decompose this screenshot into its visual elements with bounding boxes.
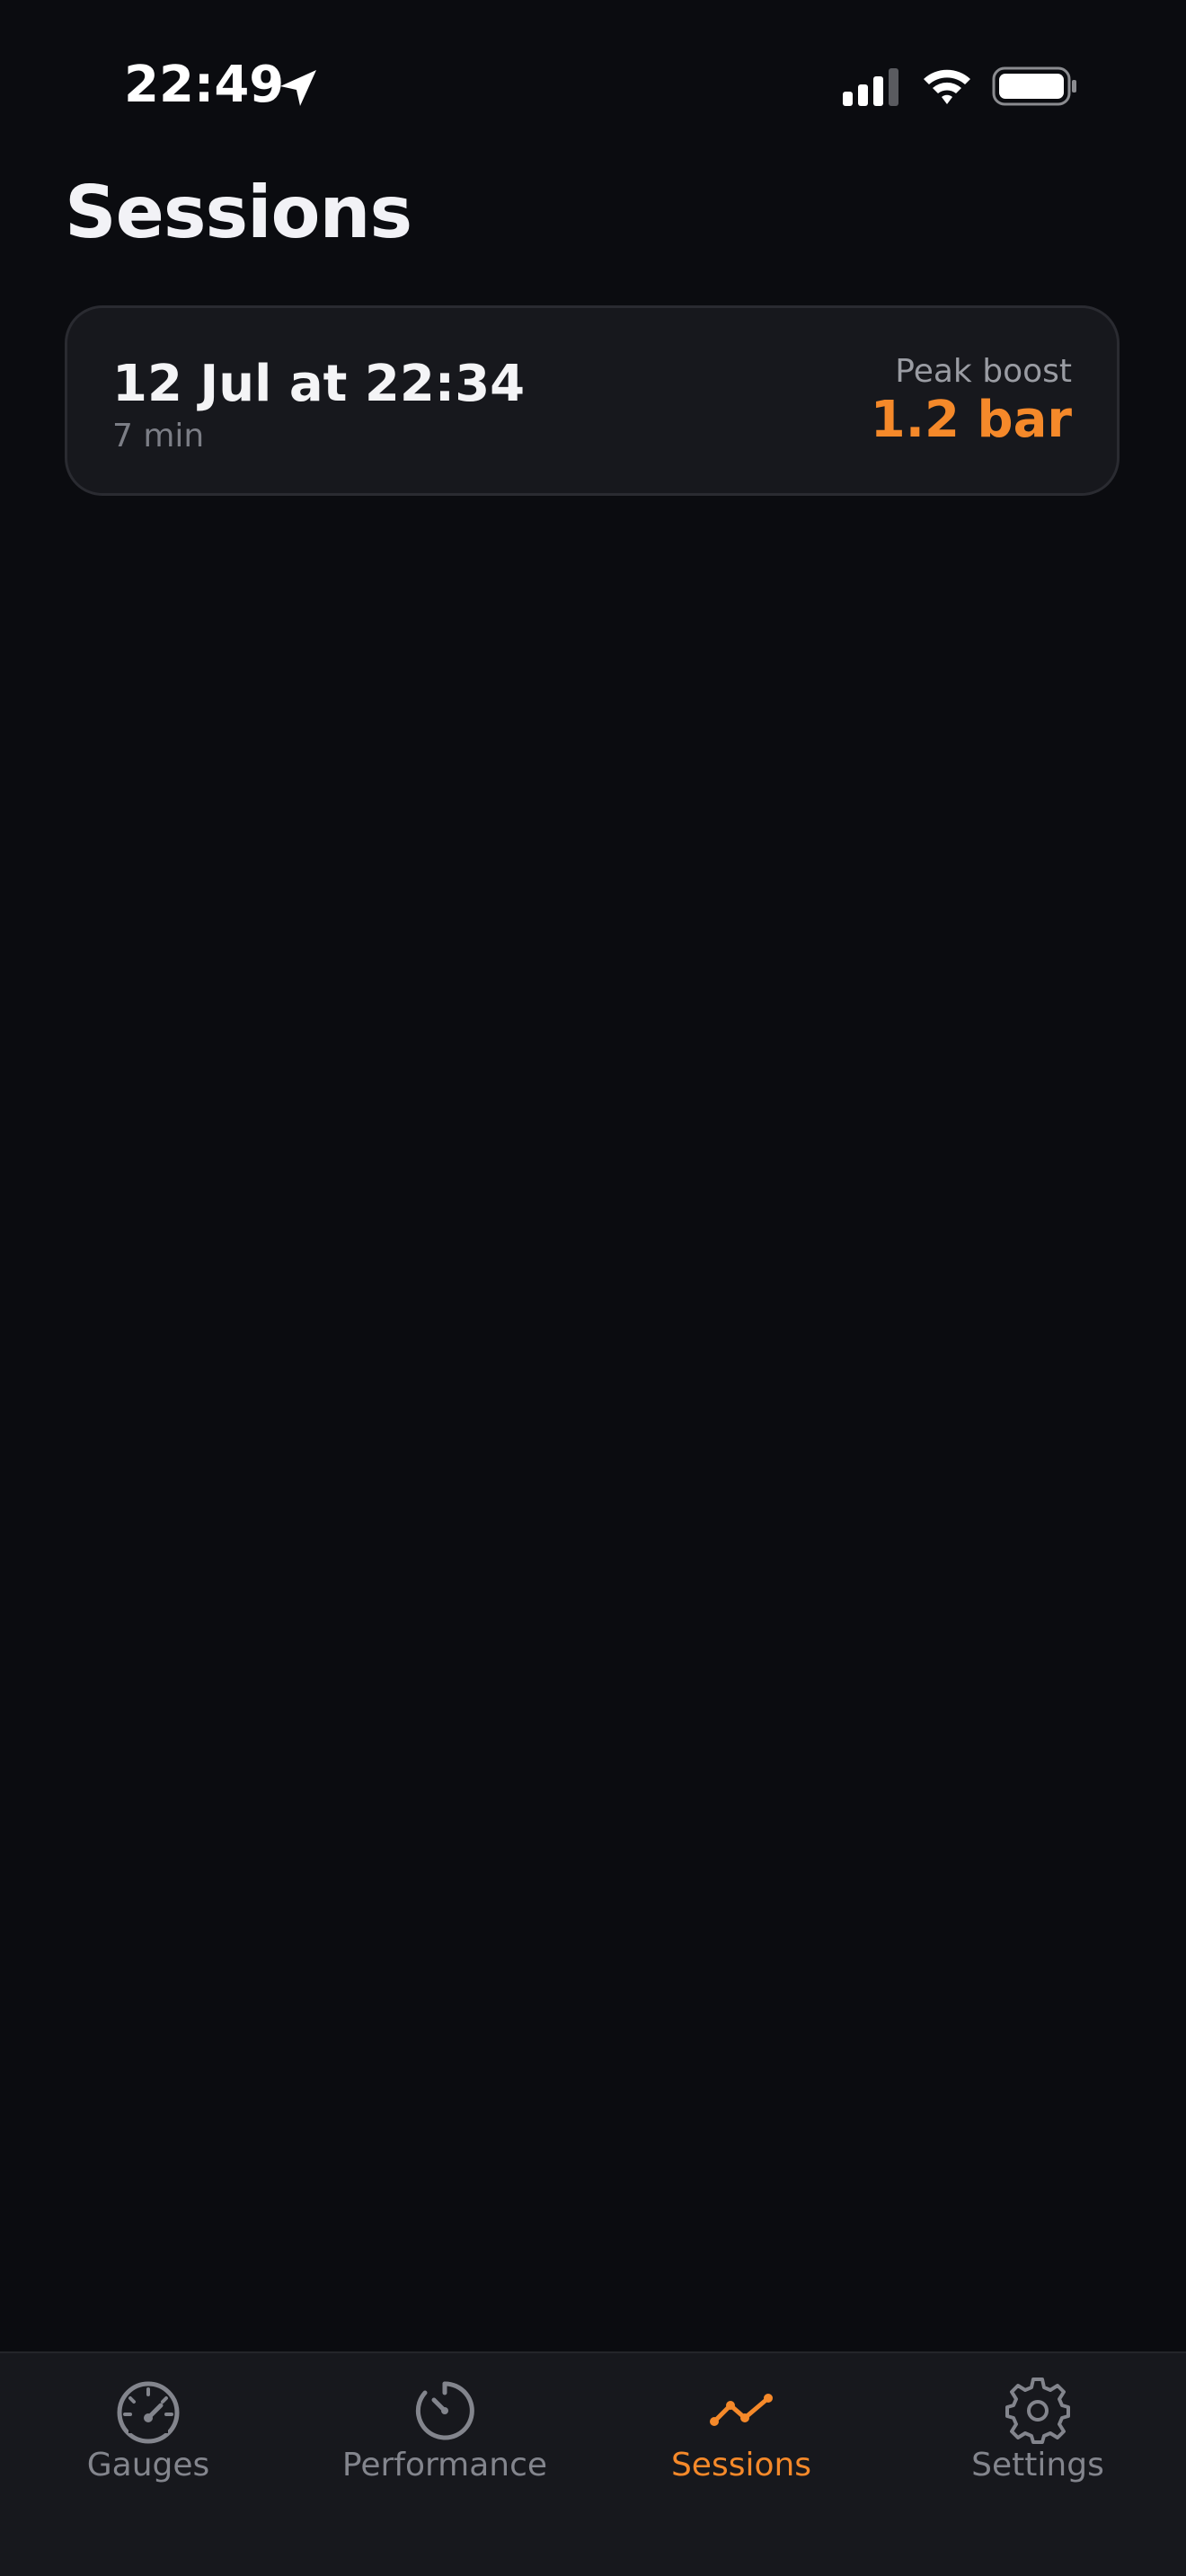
- status-bar: 22:49: [0, 0, 1186, 171]
- gauge-icon: [117, 2381, 180, 2444]
- tab-label-sessions: Sessions: [670, 2447, 812, 2483]
- stopwatch-icon: [415, 2381, 474, 2440]
- peak-boost-label: Peak boost: [895, 353, 1072, 390]
- tab-gauges[interactable]: Gauges: [0, 2353, 296, 2576]
- wifi-icon: [924, 69, 970, 104]
- location-arrow-icon: [280, 70, 316, 106]
- battery-icon: [992, 66, 1076, 106]
- tab-bar: Gauges Performance Sessions Settings: [0, 2351, 1186, 2576]
- session-card[interactable]: 12 Jul at 22:34 7 min Peak boost 1.2 bar: [65, 305, 1120, 496]
- tab-label-performance: Performance: [341, 2447, 548, 2483]
- session-date: 12 Jul at 22:34: [112, 355, 526, 413]
- tab-performance[interactable]: Performance: [296, 2353, 593, 2576]
- cellular-signal-icon: [843, 68, 898, 106]
- peak-boost-value: 1.2 bar: [870, 391, 1072, 449]
- tab-sessions[interactable]: Sessions: [593, 2353, 890, 2576]
- line-chart-icon: [710, 2394, 773, 2426]
- sessions-screen: 22:49 Sessions 12 Jul at 22:34 7 min Pea…: [0, 0, 1186, 2576]
- tab-label-gauges: Gauges: [86, 2447, 210, 2483]
- gear-icon: [1005, 2378, 1070, 2444]
- status-time: 22:49: [124, 56, 285, 114]
- tab-label-settings: Settings: [971, 2447, 1104, 2483]
- page-title: Sessions: [65, 171, 412, 254]
- session-duration: 7 min: [112, 418, 205, 454]
- tab-settings[interactable]: Settings: [890, 2353, 1186, 2576]
